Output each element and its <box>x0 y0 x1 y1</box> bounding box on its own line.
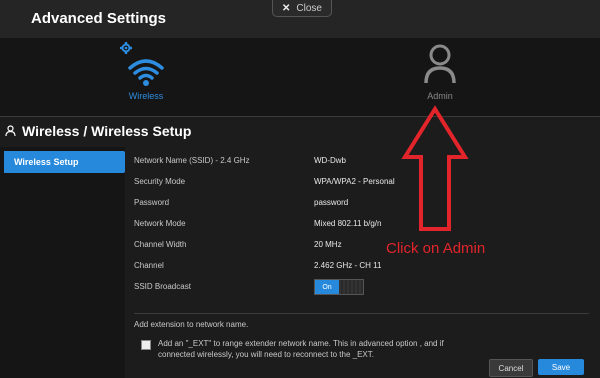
sidebar-item-wireless-setup[interactable]: Wireless Setup <box>4 151 132 173</box>
network-mode-value: Mixed 802.11 b/g/n <box>314 219 382 228</box>
setting-row-network-mode: Network Mode Mixed 802.11 b/g/n <box>134 219 554 233</box>
setting-row-ssid-broadcast: SSID Broadcast On <box>134 279 554 296</box>
nav-item-wireless[interactable]: Wireless <box>86 38 206 116</box>
close-button[interactable]: ✕ Close <box>272 0 332 17</box>
cancel-button[interactable]: Cancel <box>489 359 533 377</box>
wifi-gear-icon <box>120 42 164 86</box>
setting-label: Channel <box>134 261 164 270</box>
ssid-broadcast-toggle[interactable]: On <box>314 279 364 295</box>
arrow-annotation-icon <box>401 105 469 231</box>
security-mode-value: WPA/WPA2 - Personal <box>314 177 395 186</box>
ext-checkbox-label: Add an "_EXT" to range extender network … <box>158 339 444 359</box>
password-value: password <box>314 198 349 207</box>
divider <box>134 313 589 314</box>
setting-row-password: Password password <box>134 198 554 212</box>
ext-checkbox[interactable] <box>141 340 151 350</box>
setting-label: Password <box>134 198 170 207</box>
divider <box>0 116 600 117</box>
setting-row-security: Security Mode WPA/WPA2 - Personal <box>134 177 554 191</box>
setting-row-channel-width: Channel Width 20 MHz <box>134 240 554 254</box>
toggle-off-area <box>339 280 363 294</box>
top-nav: Wireless Admin <box>0 38 600 116</box>
nav-label-admin: Admin <box>427 91 453 101</box>
user-icon <box>424 44 456 84</box>
setting-row-ssid: Network Name (SSID) - 2.4 GHz WD-Dwb <box>134 156 554 170</box>
annotation-text: Click on Admin <box>386 240 486 257</box>
setting-label: Channel Width <box>134 240 187 249</box>
setting-label: SSID Broadcast <box>134 282 191 291</box>
ssid-value: WD-Dwb <box>314 156 346 165</box>
close-label: Close <box>296 2 322 14</box>
setting-label: Network Mode <box>134 219 186 228</box>
channel-width-value: 20 MHz <box>314 240 342 249</box>
settings-panel: Network Name (SSID) - 2.4 GHz WD-Dwb Sec… <box>125 147 600 378</box>
channel-value: 2.462 GHz - CH 11 <box>314 261 382 270</box>
nav-label-wireless: Wireless <box>128 91 164 101</box>
page-title: Advanced Settings <box>31 10 167 27</box>
close-icon: ✕ <box>282 2 291 14</box>
section-title: Wireless / Wireless Setup <box>5 123 191 139</box>
section-title-text: Wireless / Wireless Setup <box>22 123 192 139</box>
setting-label: Network Name (SSID) - 2.4 GHz <box>134 156 250 165</box>
setting-row-channel: Channel 2.462 GHz - CH 11 <box>134 261 554 275</box>
sidebar: Wireless Setup <box>0 147 132 378</box>
toggle-on-label: On <box>315 280 339 294</box>
user-outline-icon <box>5 125 16 137</box>
extender-title: Add extension to network name. <box>134 320 249 329</box>
save-button[interactable]: Save <box>538 359 584 375</box>
setting-label: Security Mode <box>134 177 186 186</box>
